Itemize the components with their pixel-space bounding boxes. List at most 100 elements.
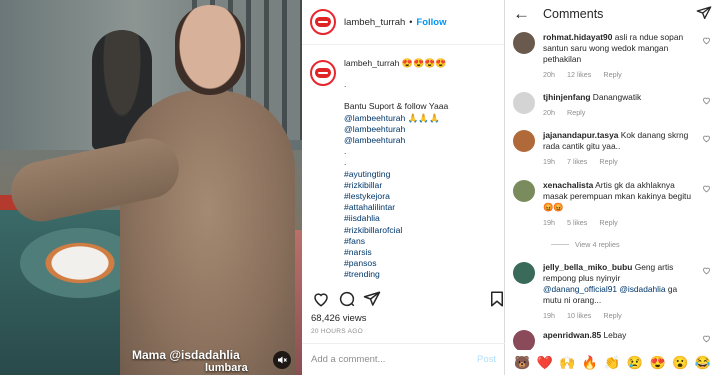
comment-likes[interactable]: 12 likes xyxy=(567,70,591,79)
caption-hashtag[interactable]: #trending xyxy=(344,269,448,280)
caption-hashtag[interactable]: #narsis xyxy=(344,247,448,258)
comment-mention[interactable]: @isdadahlia xyxy=(619,284,665,294)
caption-line: . xyxy=(344,157,347,168)
caption-line: . xyxy=(344,79,347,90)
comment-meta: 19h 10 likes Reply xyxy=(543,310,693,321)
caption-hashtag[interactable]: #ayutingting xyxy=(344,169,448,180)
video-person-head xyxy=(175,5,245,95)
caption-hashtag[interactable]: #fans xyxy=(344,236,448,247)
avatar[interactable] xyxy=(513,32,535,54)
divider xyxy=(551,244,569,245)
mute-icon[interactable] xyxy=(273,351,291,369)
caption-hashtag[interactable]: #pansos xyxy=(344,258,448,269)
emoji-reaction-button[interactable]: 😢 xyxy=(627,355,643,371)
caption-hashtag[interactable]: #rizkibillarofcial xyxy=(344,225,448,236)
lips-logo-icon xyxy=(315,68,331,78)
reply-button[interactable]: Reply xyxy=(603,70,621,79)
comments-title: Comments xyxy=(543,7,604,21)
avatar[interactable] xyxy=(513,330,535,352)
comment-meta: 20h Reply xyxy=(543,107,693,118)
caption-hashtag[interactable]: #attahalilintar xyxy=(344,202,448,213)
post-video[interactable]: Mama @isdadahlia lumbara xyxy=(0,0,302,375)
comment-like-heart-icon[interactable] xyxy=(702,134,711,143)
comment-body: rohmat.hidayat90 asli ra ndue sopan sant… xyxy=(543,32,693,80)
comment-time: 20h xyxy=(543,108,555,117)
comment-item: apenridwan.85 Lebay xyxy=(513,330,713,352)
caption-hashtag[interactable]: @lambeehturah 🙏🙏🙏 xyxy=(344,113,448,124)
emoji-reaction-button[interactable]: 🙌 xyxy=(559,355,575,371)
caption-hashtag[interactable]: #iisdahlia xyxy=(344,213,448,224)
emoji-reaction-button[interactable]: 😂 xyxy=(695,355,711,371)
comment-time: 20h xyxy=(543,70,555,79)
video-overlay-text: Mama @isdadahlia xyxy=(132,348,240,362)
caption-avatar[interactable] xyxy=(310,60,336,86)
emoji-reaction-button[interactable]: 🐻 xyxy=(514,355,530,371)
post-username[interactable]: lambeh_turrah xyxy=(344,17,405,28)
comment-mention[interactable]: @danang_official91 xyxy=(543,284,617,294)
avatar[interactable] xyxy=(513,92,535,114)
comments-header: ← Comments xyxy=(505,0,720,28)
comment-text: Danangwatik xyxy=(592,92,642,102)
comment-icon[interactable] xyxy=(338,290,356,308)
comment-item: xenachalista Artis gk da akhlaknya masak… xyxy=(513,180,713,228)
video-overlay-text-2: lumbara xyxy=(205,362,248,374)
comment-like-heart-icon[interactable] xyxy=(702,334,711,343)
comment-likes[interactable]: 7 likes xyxy=(567,157,587,166)
post-header: lambeh_turrah • Follow xyxy=(302,0,504,45)
emoji-reaction-bar: 🐻 ❤️ 🙌 🔥 👏 😢 😍 😮 😂 xyxy=(505,350,720,375)
comment-username[interactable]: tjhinjenfang xyxy=(543,92,590,102)
comment-username[interactable]: jelly_bella_miko_bubu xyxy=(543,262,632,272)
view-count[interactable]: 68,426 views xyxy=(311,313,366,324)
send-icon[interactable] xyxy=(696,5,712,21)
bookmark-icon[interactable] xyxy=(488,290,506,308)
reply-button[interactable]: Reply xyxy=(603,311,621,320)
comment-username[interactable]: jajanandapur.tasya xyxy=(543,130,618,140)
post-comment-button[interactable]: Post xyxy=(477,354,496,365)
emoji-reaction-button[interactable]: 🔥 xyxy=(582,355,598,371)
heart-icon[interactable] xyxy=(312,290,330,308)
post-panel: lambeh_turrah • Follow lambeh_turrah 😍😍😍… xyxy=(302,0,505,375)
comment-like-heart-icon[interactable] xyxy=(702,184,711,193)
emoji-reaction-button[interactable]: 👏 xyxy=(604,355,620,371)
comment-meta: 19h 7 likes Reply xyxy=(543,156,693,167)
comment-time: 19h xyxy=(543,311,555,320)
add-comment-bar: Add a comment... Post xyxy=(302,343,505,375)
avatar[interactable] xyxy=(513,180,535,202)
caption-hashtag[interactable]: @lambeehturah xyxy=(344,124,448,135)
caption-hashtag[interactable]: @lambeehturah xyxy=(344,135,448,146)
caption-hashtag[interactable]: #rizkibillar xyxy=(344,180,448,191)
caption-line: . xyxy=(344,146,347,157)
comment-username[interactable]: apenridwan.85 xyxy=(543,330,601,340)
emoji-reaction-button[interactable]: 😮 xyxy=(672,355,688,371)
comment-username[interactable]: xenachalista xyxy=(543,180,593,190)
comment-username[interactable]: rohmat.hidayat90 xyxy=(543,32,612,42)
caption-username[interactable]: lambeh_turrah xyxy=(344,58,399,68)
avatar[interactable] xyxy=(310,9,336,35)
comment-like-heart-icon[interactable] xyxy=(702,96,711,105)
caption-hashtag[interactable]: #lestykejora xyxy=(344,191,448,202)
share-icon[interactable] xyxy=(363,290,381,308)
post-caption: lambeh_turrah 😍😍😍😍 . Bantu Suport & follo… xyxy=(302,48,505,286)
reply-button[interactable]: Reply xyxy=(599,218,617,227)
caption-line xyxy=(344,90,448,101)
comment-likes[interactable]: 5 likes xyxy=(567,218,587,227)
comment-like-heart-icon[interactable] xyxy=(702,266,711,275)
comment-item: jelly_bella_miko_bubu Geng artis rempong… xyxy=(513,262,713,321)
view-replies-link[interactable]: View 4 replies xyxy=(551,240,620,249)
video-person-body xyxy=(120,90,295,375)
caption-line: Bantu Suport & follow Yaaa xyxy=(344,101,449,112)
emoji-reaction-button[interactable]: ❤️ xyxy=(537,355,553,371)
comment-input[interactable]: Add a comment... xyxy=(311,354,385,365)
avatar[interactable] xyxy=(513,262,535,284)
comment-like-heart-icon[interactable] xyxy=(702,36,711,45)
comment-body: jelly_bella_miko_bubu Geng artis rempong… xyxy=(543,262,693,321)
reply-button[interactable]: Reply xyxy=(567,108,585,117)
comment-text: Lebay xyxy=(603,330,627,340)
follow-button[interactable]: Follow xyxy=(416,17,446,28)
avatar[interactable] xyxy=(513,130,535,152)
separator-dot: • xyxy=(409,17,413,27)
comment-likes[interactable]: 10 likes xyxy=(567,311,591,320)
emoji-reaction-button[interactable]: 😍 xyxy=(649,355,665,371)
back-arrow-icon[interactable]: ← xyxy=(513,4,531,24)
reply-button[interactable]: Reply xyxy=(599,157,617,166)
